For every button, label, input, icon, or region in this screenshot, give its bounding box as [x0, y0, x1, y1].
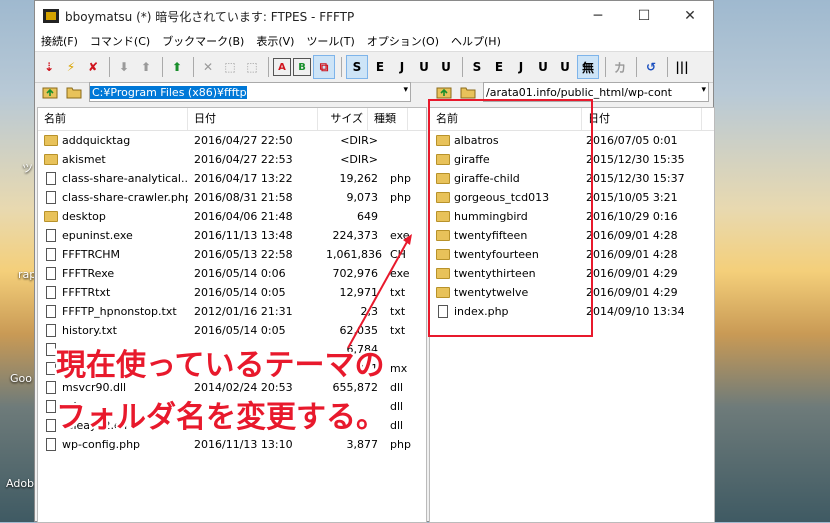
- annotation-text-line1: 現在使っているテーマの: [56, 348, 385, 383]
- annotation-arrow: [347, 234, 412, 349]
- annotation-text-line2: フォルダ名を変更する。: [56, 400, 386, 435]
